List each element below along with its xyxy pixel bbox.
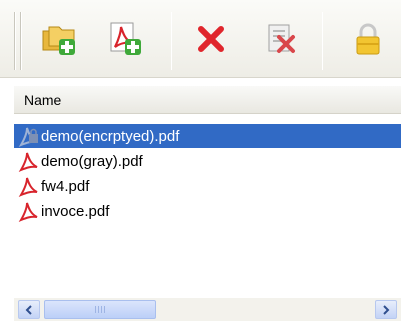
chevron-left-icon <box>25 304 32 315</box>
toolbar-separator <box>322 12 323 70</box>
file-row[interactable]: demo(encrptyed).pdf <box>14 124 401 148</box>
add-pdf-button[interactable] <box>100 14 150 64</box>
scroll-right-button[interactable] <box>375 300 397 319</box>
name-column-header[interactable]: Name <box>14 86 401 114</box>
clear-list-icon <box>268 24 295 53</box>
file-name: demo(gray).pdf <box>41 152 143 170</box>
padlock-icon <box>356 23 380 55</box>
file-name: invoce.pdf <box>41 202 110 220</box>
pdf-icon <box>18 152 38 172</box>
red-x-icon <box>198 26 224 52</box>
encrypt-button[interactable] <box>343 14 393 64</box>
file-list: demo(encrptyed).pdf demo(gray).pdf fw4.p… <box>14 118 401 288</box>
add-pdf-icon <box>110 22 141 55</box>
column-header: Name <box>14 86 401 114</box>
remove-file-button[interactable] <box>186 14 236 64</box>
thumb-grip-icon <box>95 306 105 313</box>
add-folder-button[interactable] <box>34 14 84 64</box>
pdf-icon <box>18 177 38 197</box>
encrypted-pdf-icon <box>18 127 38 147</box>
toolbar-grip[interactable] <box>14 12 16 70</box>
scroll-thumb[interactable] <box>44 300 156 319</box>
file-list-window: Name demo(encrptyed).pdf demo(gray).pdf … <box>0 0 401 321</box>
file-row[interactable]: invoce.pdf <box>14 199 109 223</box>
chevron-right-icon <box>383 304 390 315</box>
toolbar-grip[interactable] <box>20 12 22 70</box>
scroll-left-button[interactable] <box>18 300 40 319</box>
file-row[interactable]: fw4.pdf <box>14 174 89 198</box>
toolbar-separator <box>171 12 172 70</box>
file-row[interactable]: demo(gray).pdf <box>14 149 143 173</box>
file-name: fw4.pdf <box>41 177 90 195</box>
pdf-icon <box>18 202 38 222</box>
toolbar <box>0 0 401 78</box>
add-folder-icon <box>42 26 75 55</box>
clear-list-button[interactable] <box>256 14 306 64</box>
file-name: demo(encrptyed).pdf <box>41 127 180 145</box>
horizontal-scrollbar[interactable] <box>14 298 401 321</box>
